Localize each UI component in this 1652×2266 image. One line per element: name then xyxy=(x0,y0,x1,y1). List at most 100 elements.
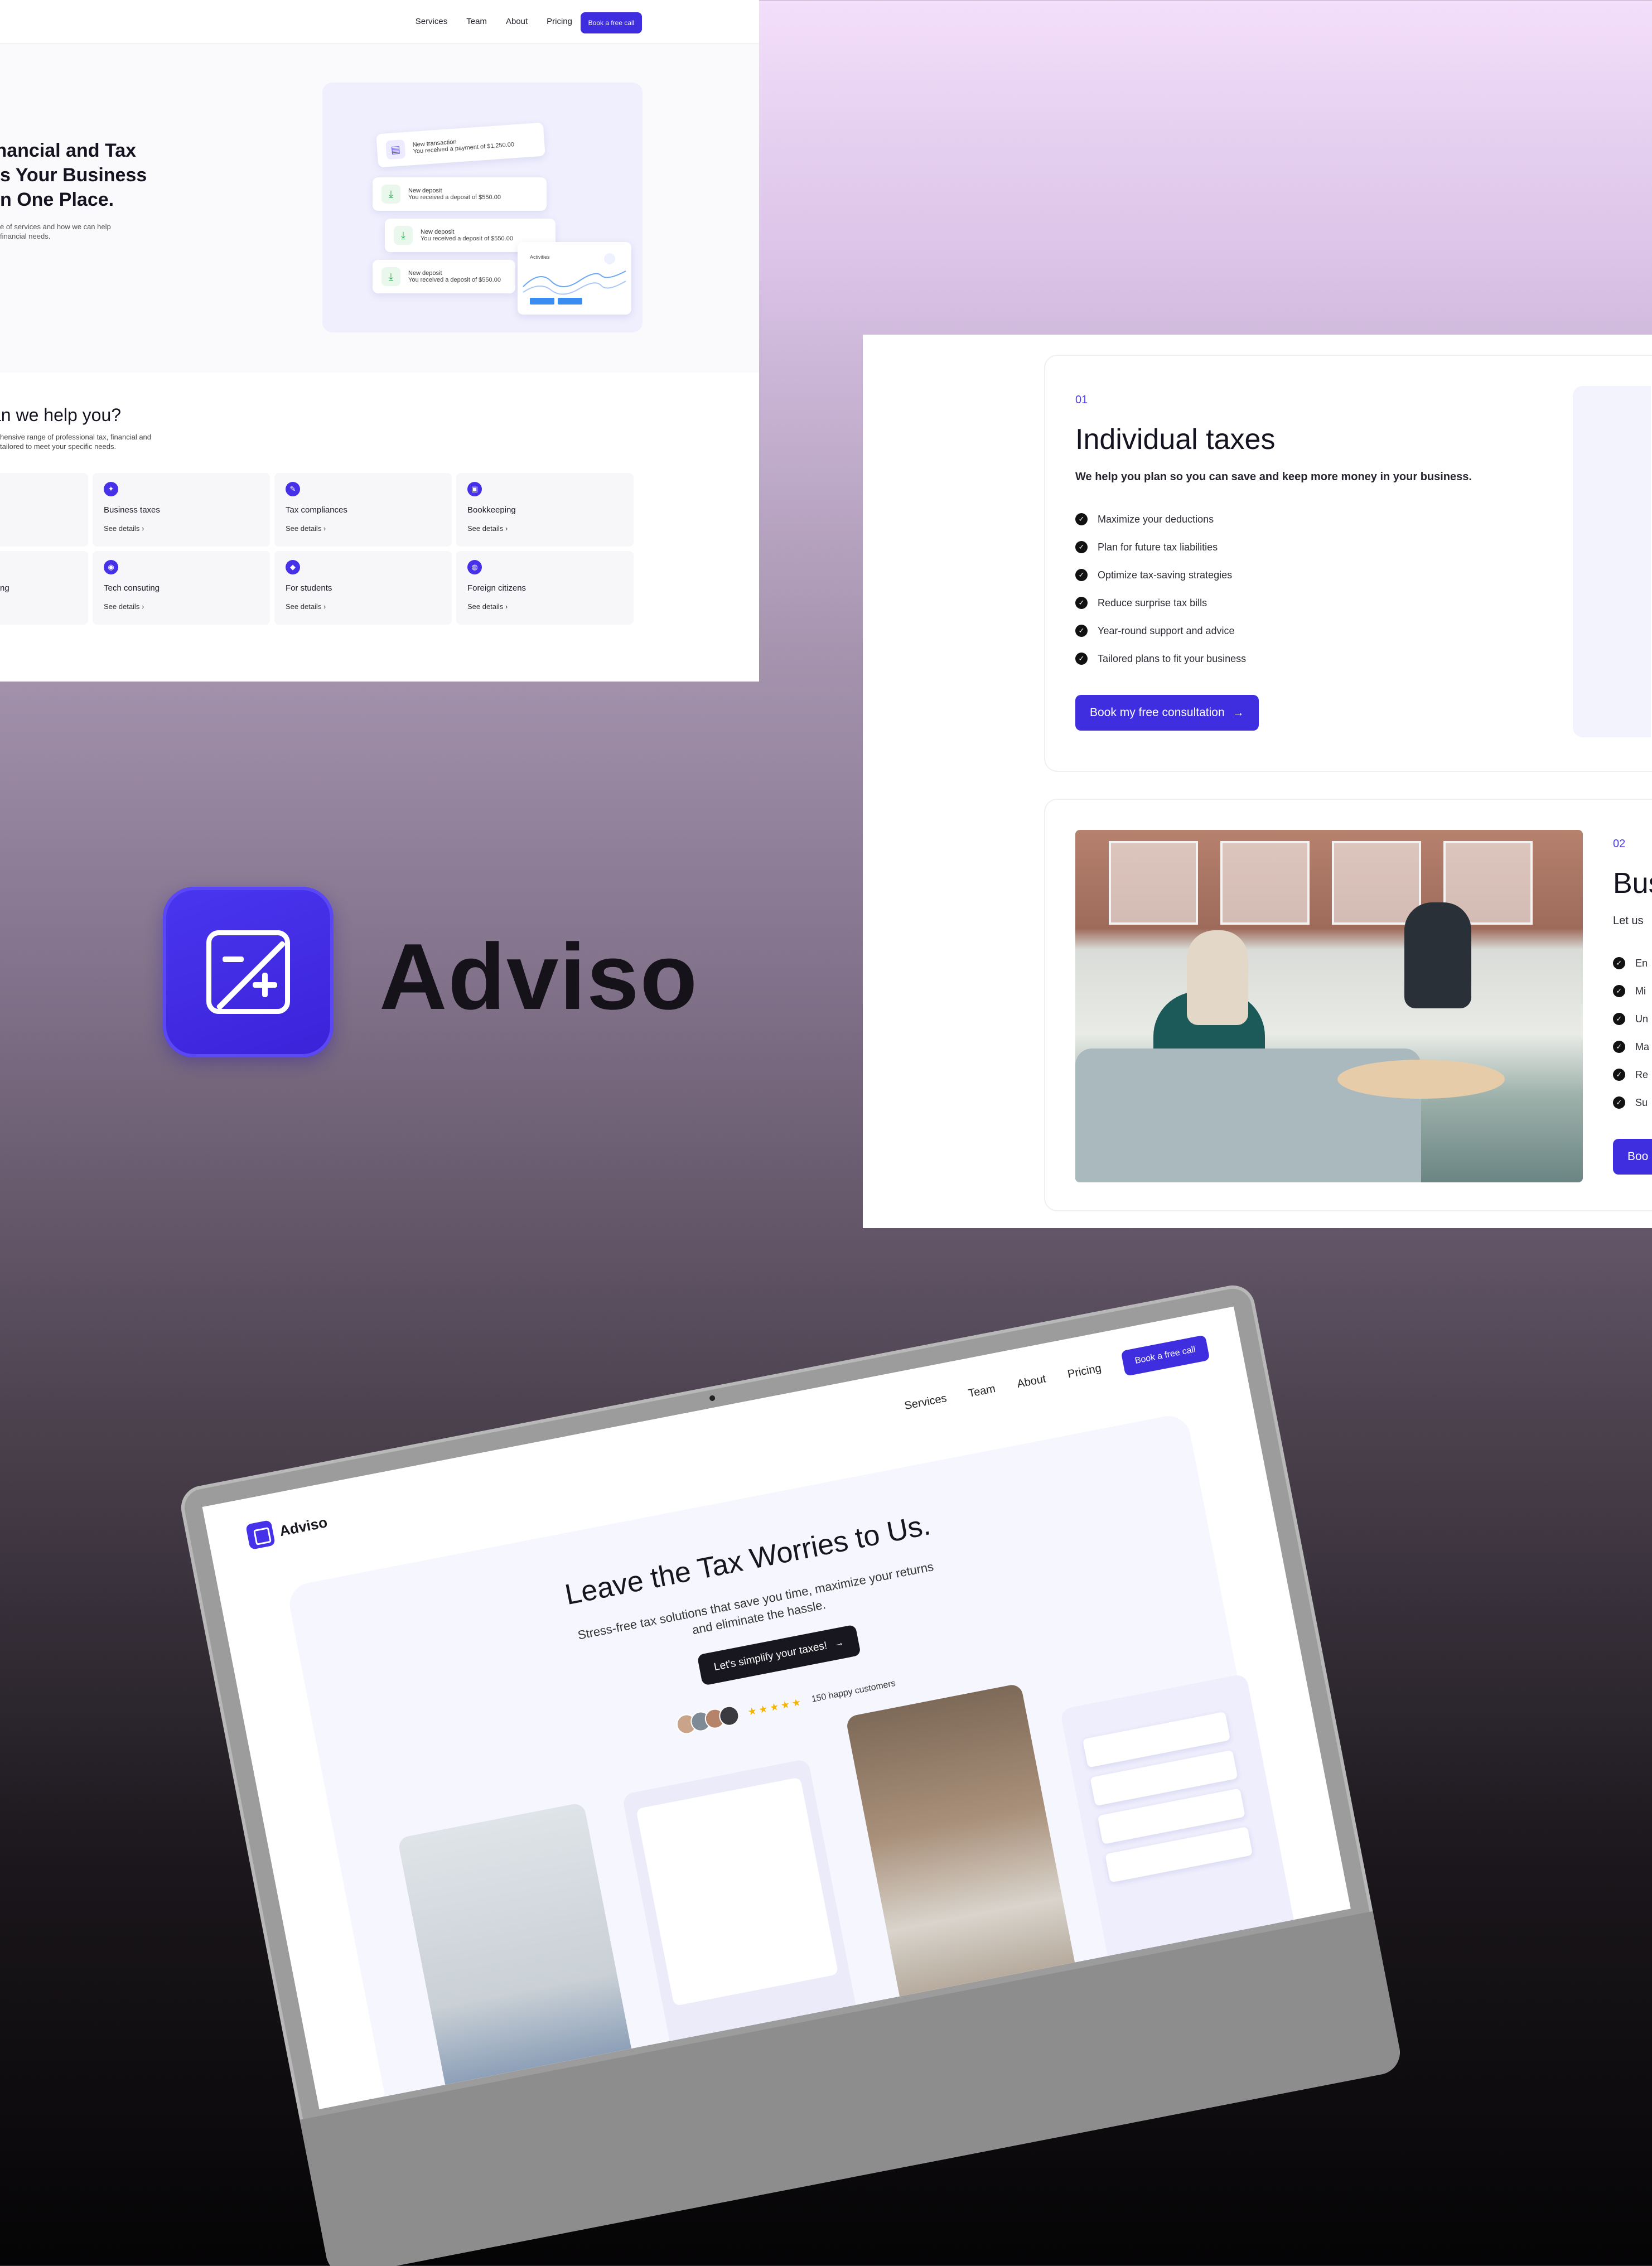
business-taxes-card: 02 Bus Let us ✓En ✓Mi ✓Un ✓Ma ✓Re ✓Su Bo… xyxy=(1044,799,1652,1211)
check-icon: ✓ xyxy=(1075,513,1088,525)
transaction-card: ▤ New transaction You received a payment… xyxy=(376,122,545,168)
service-name: Tax compliances xyxy=(286,505,347,515)
check-icon: ✓ xyxy=(1613,1069,1625,1081)
briefcase-icon: ✦ xyxy=(104,482,118,496)
benefit-item: ✓ Maximize your deductions xyxy=(1075,505,1246,533)
nav-link-team[interactable]: Team xyxy=(967,1383,996,1400)
check-icon: ✓ xyxy=(1613,1013,1625,1025)
service-card-foreign-citizens[interactable]: ◍ Foreign citizens See details › xyxy=(456,551,634,625)
individual-taxes-card: 01 Individual taxes We help you plan so … xyxy=(1044,355,1652,772)
help-subtitle: hensive range of professional tax, finan… xyxy=(0,433,152,451)
nav-link-about[interactable]: About xyxy=(1016,1373,1047,1391)
card-image-placeholder xyxy=(1573,386,1651,737)
see-details-link[interactable]: See details › xyxy=(467,602,508,611)
service-card-for-students[interactable]: ◆ For students See details › xyxy=(274,551,452,625)
arrow-right-icon: → xyxy=(832,1636,846,1650)
service-card[interactable]: ng xyxy=(0,551,88,625)
service-name: Foreign citizens xyxy=(467,583,526,593)
book-consultation-button[interactable]: Boo xyxy=(1613,1139,1652,1175)
services-detail-screenshot: 01 Individual taxes We help you plan so … xyxy=(863,335,1652,1228)
hero-title: inancial and Tax s Your Business n One P… xyxy=(0,140,147,210)
deposit-card: ⤓ New deposit You received a deposit of … xyxy=(373,177,547,211)
benefit-item: ✓ Ma xyxy=(1613,1033,1649,1061)
check-icon: ✓ xyxy=(1075,569,1088,581)
card-number: 02 xyxy=(1613,838,1626,850)
top-nav: Services Team About Pricing Book a free … xyxy=(902,1335,1210,1419)
service-name: Business taxes xyxy=(104,505,160,515)
service-name: For students xyxy=(286,583,332,593)
benefit-item: ✓ Re xyxy=(1613,1061,1649,1089)
benefit-item: ✓ Tailored plans to fit your business xyxy=(1075,645,1246,673)
card-title: Bus xyxy=(1613,867,1652,900)
benefit-item: ✓ Su xyxy=(1613,1089,1649,1117)
card-number: 01 xyxy=(1075,394,1088,406)
service-name: Tech consuting xyxy=(104,583,160,593)
benefit-item: ✓ Mi xyxy=(1613,977,1649,1005)
see-details-link[interactable]: See details › xyxy=(286,602,326,611)
nav-link-team[interactable]: Team xyxy=(466,17,487,26)
monitor-mockup: Adviso Services Team About Pricing Book … xyxy=(177,1256,1542,2266)
card-subtitle: Let us xyxy=(1613,915,1644,927)
site-logo[interactable]: Adviso xyxy=(245,1509,330,1550)
services-grid: ✦ Business taxes See details › ✎ Tax com… xyxy=(0,473,634,625)
nav-link-about[interactable]: About xyxy=(506,17,528,26)
wallet-icon: ▤ xyxy=(385,139,406,160)
help-title: an we help you? xyxy=(0,405,122,425)
see-details-link[interactable]: See details › xyxy=(286,524,326,533)
activity-chart-widget: Activities xyxy=(518,242,631,315)
service-name: Bookkeeping xyxy=(467,505,516,515)
benefit-item: ✓ Plan for future tax liabilities xyxy=(1075,533,1246,561)
landing-screenshot: Services Team About Pricing Book a free … xyxy=(0,0,759,682)
service-card-bookkeeping[interactable]: ▣ Bookkeeping See details › xyxy=(456,473,634,547)
benefit-item: ✓ Year-round support and advice xyxy=(1075,617,1246,645)
hero-section: inancial and Tax s Your Business n One P… xyxy=(0,44,759,373)
download-icon: ⤓ xyxy=(381,185,400,204)
card-title: Individual taxes xyxy=(1075,423,1276,456)
check-icon: ✓ xyxy=(1613,1041,1625,1053)
benefit-item: ✓ Reduce surprise tax bills xyxy=(1075,589,1246,617)
book-call-button[interactable]: Book a free call xyxy=(581,12,642,33)
brand-wordmark: Adviso xyxy=(379,924,699,1029)
adviso-logo-icon xyxy=(163,887,334,1057)
deposit-title: New deposit xyxy=(408,270,442,277)
download-icon: ⤓ xyxy=(394,226,413,245)
document-icon: ✎ xyxy=(286,482,300,496)
deposit-title: New deposit xyxy=(408,187,442,194)
deposit-detail: You received a deposit of $550.00 xyxy=(408,277,501,283)
chat-icon: ◉ xyxy=(104,560,118,574)
camera-icon xyxy=(709,1395,716,1402)
see-details-link[interactable]: See details › xyxy=(467,524,508,533)
service-card-business-taxes[interactable]: ✦ Business taxes See details › xyxy=(93,473,270,547)
benefit-item: ✓ En xyxy=(1613,949,1649,977)
deposit-detail: You received a deposit of $550.00 xyxy=(408,194,501,201)
chart-buttons xyxy=(530,298,582,305)
nav-links: Services Team About Pricing xyxy=(416,17,572,26)
check-icon: ✓ xyxy=(1075,653,1088,665)
book-consultation-button[interactable]: Book my free consultation → xyxy=(1075,695,1259,731)
deposit-detail: You received a deposit of $550.00 xyxy=(421,235,513,242)
service-card-tech-consulting[interactable]: ◉ Tech consuting See details › xyxy=(93,551,270,625)
nav-link-pricing[interactable]: Pricing xyxy=(1066,1362,1102,1381)
service-card[interactable] xyxy=(0,473,88,547)
nav-link-services[interactable]: Services xyxy=(904,1392,948,1413)
graduation-icon: ◆ xyxy=(286,560,300,574)
service-name: ng xyxy=(0,583,9,593)
benefits-list: ✓ Maximize your deductions ✓ Plan for futu… xyxy=(1075,505,1246,673)
logo-text: Adviso xyxy=(278,1513,329,1539)
deposit-title: New deposit xyxy=(421,229,455,235)
benefit-item: ✓ Optimize tax-saving strategies xyxy=(1075,561,1246,589)
check-icon: ✓ xyxy=(1613,957,1625,969)
check-icon: ✓ xyxy=(1075,597,1088,609)
book-icon: ▣ xyxy=(467,482,482,496)
nav-link-pricing[interactable]: Pricing xyxy=(547,17,572,26)
see-details-link[interactable]: See details › xyxy=(104,524,144,533)
monitor-bezel: Adviso Services Team About Pricing Book … xyxy=(177,1282,1404,2266)
book-call-button[interactable]: Book a free call xyxy=(1120,1335,1210,1376)
service-card-tax-compliances[interactable]: ✎ Tax compliances See details › xyxy=(274,473,452,547)
check-icon: ✓ xyxy=(1613,985,1625,997)
see-details-link[interactable]: See details › xyxy=(104,602,144,611)
top-nav: Services Team About Pricing Book a free … xyxy=(0,0,759,44)
deposit-card: ⤓ New deposit You received a deposit of … xyxy=(373,260,515,293)
adviso-logo-icon xyxy=(245,1520,276,1550)
nav-link-services[interactable]: Services xyxy=(416,17,448,26)
